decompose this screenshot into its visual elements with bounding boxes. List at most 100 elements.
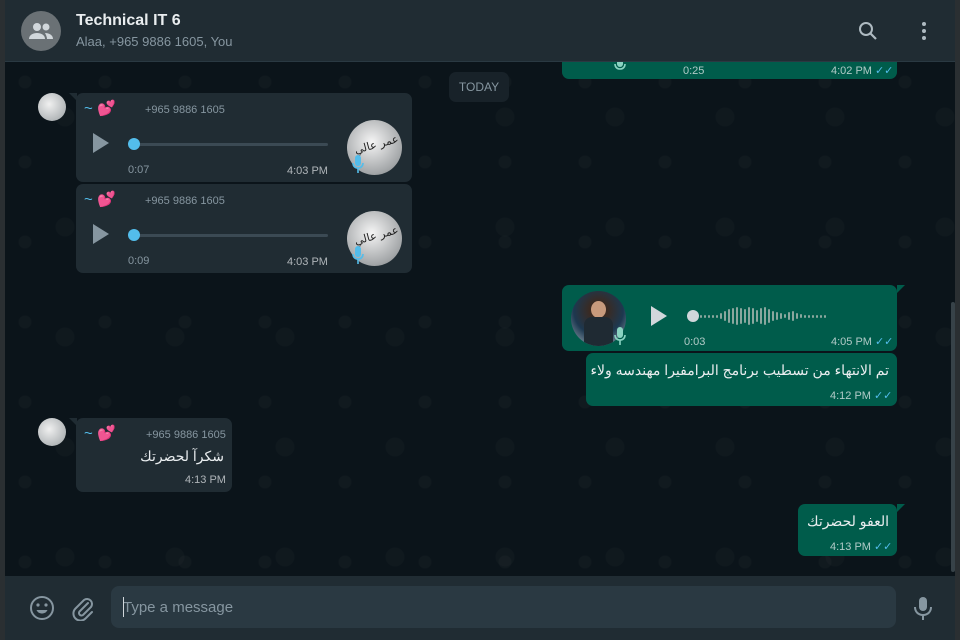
waveform-bar bbox=[784, 314, 786, 318]
voice-duration: 0:09 bbox=[128, 255, 150, 267]
read-ticks-icon: ✓✓ bbox=[873, 541, 893, 553]
message-time: 4:02 PM ✓✓ bbox=[831, 65, 894, 77]
read-ticks-icon: ✓✓ bbox=[874, 65, 894, 77]
microphone-icon bbox=[614, 327, 626, 345]
waveform-bar bbox=[776, 312, 778, 320]
waveform-bar bbox=[716, 314, 718, 318]
microphone-icon[interactable] bbox=[910, 595, 936, 621]
waveform-bar bbox=[812, 314, 814, 318]
voice-duration: 0:03 bbox=[684, 336, 706, 348]
message-time: 4:12 PM ✓✓ bbox=[830, 390, 893, 402]
waveform-bar bbox=[732, 308, 734, 324]
waveform-bar bbox=[752, 308, 754, 324]
sender-avatar[interactable] bbox=[38, 418, 66, 446]
waveform-bar bbox=[792, 311, 794, 321]
text-caret bbox=[123, 597, 124, 617]
group-icon[interactable] bbox=[21, 10, 61, 51]
bubble-tail bbox=[69, 93, 77, 101]
message-composer bbox=[5, 576, 955, 640]
read-ticks-icon: ✓✓ bbox=[874, 336, 894, 348]
sender-phone: +965 9886 1605 bbox=[145, 195, 225, 207]
voice-progress-knob[interactable] bbox=[687, 310, 699, 322]
play-icon[interactable] bbox=[646, 304, 670, 328]
waveform-bar bbox=[740, 308, 742, 324]
microphone-icon bbox=[352, 155, 364, 173]
message-time: 4:13 PM ✓✓ bbox=[830, 541, 893, 553]
message-time: 4:03 PM bbox=[287, 165, 328, 177]
microphone-icon bbox=[352, 246, 364, 264]
heart-emoji-icon: 💕 bbox=[96, 100, 116, 117]
emoji-icon[interactable] bbox=[29, 595, 55, 621]
sender-name: ~ 💕 bbox=[84, 425, 116, 442]
voice-progress-track[interactable] bbox=[134, 234, 328, 237]
waveform-bar bbox=[720, 313, 722, 319]
message-time: 4:05 PM ✓✓ bbox=[831, 336, 894, 348]
incoming-text-message[interactable]: ~ 💕 +965 9886 1605 شكرآ لحضرتك 4:13 PM bbox=[69, 418, 232, 492]
waveform-bar bbox=[728, 309, 730, 323]
waveform-bar bbox=[788, 312, 790, 320]
waveform-bar bbox=[704, 314, 706, 318]
play-icon[interactable] bbox=[88, 222, 112, 246]
voice-progress-knob[interactable] bbox=[128, 138, 140, 150]
sender-phone: +965 9886 1605 bbox=[145, 104, 225, 116]
bubble-tail bbox=[69, 418, 77, 426]
chat-info[interactable]: Technical IT 6 Alaa, +965 9886 1605, You bbox=[76, 12, 233, 49]
chat-participants: Alaa, +965 9886 1605, You bbox=[76, 34, 233, 49]
waveform-bar bbox=[760, 308, 762, 324]
waveform-bar bbox=[748, 307, 750, 325]
waveform-bar bbox=[780, 313, 782, 319]
date-divider: TODAY bbox=[449, 72, 509, 102]
message-time: 4:13 PM bbox=[185, 474, 226, 486]
bubble-tail bbox=[897, 504, 905, 512]
waveform-bar bbox=[768, 309, 770, 323]
incoming-voice-message[interactable]: ~ 💕 +965 9886 1605 0:09 4:03 PM عمر عالي bbox=[76, 184, 412, 273]
waveform-bar bbox=[804, 314, 806, 318]
message-text: تم الانتهاء من تسطيب برنامج البرامفيرا م… bbox=[590, 362, 889, 378]
waveform-bar bbox=[708, 314, 710, 318]
chat-title: Technical IT 6 bbox=[76, 12, 181, 29]
message-text: العفو لحضرتك bbox=[807, 513, 889, 529]
sender-avatar[interactable] bbox=[38, 93, 66, 121]
waveform-bar bbox=[820, 314, 822, 318]
sender-name: ~ 💕 bbox=[84, 191, 116, 208]
message-text: شكرآ لحضرتك bbox=[140, 448, 224, 464]
kebab-menu-icon[interactable] bbox=[913, 20, 935, 42]
play-icon[interactable] bbox=[88, 131, 112, 155]
voice-duration: 0:07 bbox=[128, 164, 150, 176]
scrollbar[interactable] bbox=[951, 302, 955, 572]
read-ticks-icon: ✓✓ bbox=[873, 390, 893, 402]
bubble-tail bbox=[897, 285, 905, 293]
waveform-bar bbox=[736, 307, 738, 325]
outgoing-text-message[interactable]: العفو لحضرتك 4:13 PM ✓✓ bbox=[798, 504, 905, 556]
waveform-bar bbox=[772, 311, 774, 321]
voice-duration: 0:25 bbox=[683, 65, 705, 77]
voice-progress-knob[interactable] bbox=[128, 229, 140, 241]
paperclip-icon[interactable] bbox=[70, 595, 96, 621]
waveform-bar bbox=[724, 311, 726, 321]
voice-waveform[interactable] bbox=[700, 306, 826, 326]
voice-progress-track[interactable] bbox=[134, 143, 328, 146]
outgoing-text-message[interactable]: تم الانتهاء من تسطيب برنامج البرامفيرا م… bbox=[586, 353, 897, 406]
message-time: 4:03 PM bbox=[287, 256, 328, 268]
waveform-bar bbox=[712, 314, 714, 318]
outgoing-voice-message[interactable]: 0:25 4:02 PM ✓✓ bbox=[562, 62, 897, 79]
outgoing-voice-message[interactable]: 0:03 4:05 PM ✓✓ bbox=[562, 285, 905, 351]
chat-messages-area[interactable]: 0:25 4:02 PM ✓✓ TODAY ~ 💕 +965 9886 1605 … bbox=[5, 62, 955, 576]
incoming-voice-message[interactable]: ~ 💕 +965 9886 1605 0:07 4:03 PM عمر عالي bbox=[69, 93, 412, 182]
window-frame-right bbox=[955, 0, 960, 640]
waveform-bar bbox=[764, 307, 766, 325]
message-input[interactable] bbox=[111, 586, 896, 628]
chat-header[interactable]: Technical IT 6 Alaa, +965 9886 1605, You bbox=[5, 0, 955, 62]
sender-name: ~ 💕 bbox=[84, 100, 116, 117]
heart-emoji-icon: 💕 bbox=[96, 425, 116, 442]
sender-phone: +965 9886 1605 bbox=[146, 429, 226, 441]
waveform-bar bbox=[824, 314, 826, 318]
microphone-icon bbox=[614, 62, 626, 70]
waveform-bar bbox=[756, 310, 758, 322]
waveform-bar bbox=[744, 309, 746, 323]
search-icon[interactable] bbox=[857, 20, 879, 42]
waveform-bar bbox=[800, 314, 802, 318]
waveform-bar bbox=[796, 313, 798, 319]
heart-emoji-icon: 💕 bbox=[96, 191, 116, 208]
waveform-bar bbox=[700, 314, 702, 318]
